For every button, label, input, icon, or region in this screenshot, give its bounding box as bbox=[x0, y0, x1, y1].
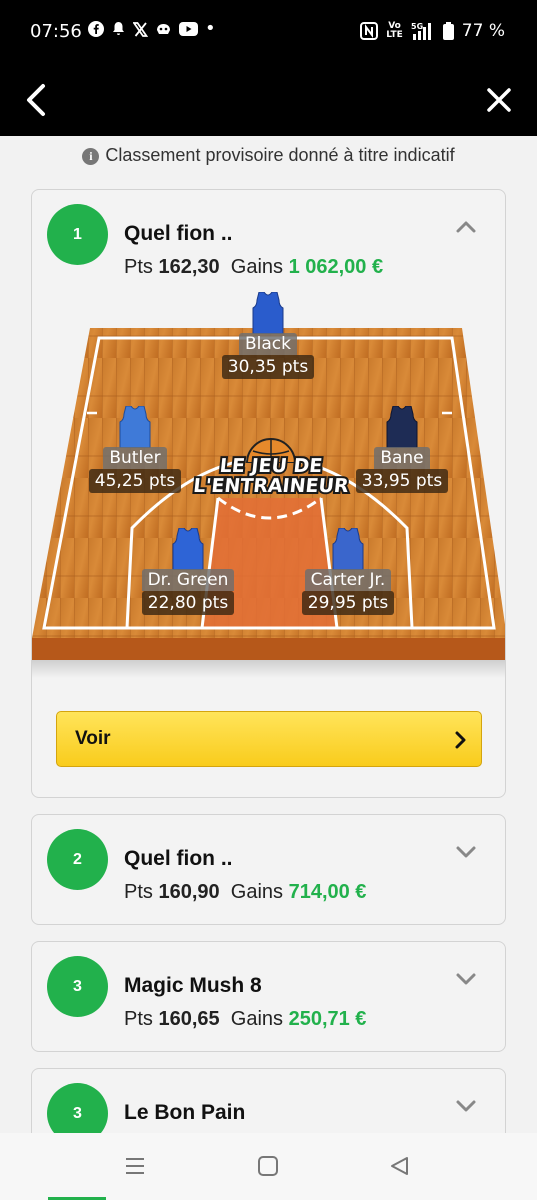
points-value: 160,65 bbox=[158, 1008, 220, 1030]
player-points: 30,35 pts bbox=[221, 355, 315, 379]
battery-level: 77 % bbox=[461, 21, 505, 41]
player-points: 29,95 pts bbox=[301, 591, 395, 615]
basketball-court: LE JEU DE L'ENTRAINEUR Black 30,35 pts B… bbox=[32, 292, 505, 678]
signal-icon: 5G bbox=[411, 22, 431, 40]
player-points: 22,80 pts bbox=[141, 591, 235, 615]
team-name: Quel fion .. bbox=[124, 847, 233, 870]
info-icon: i bbox=[82, 148, 100, 165]
rank-badge: 2 bbox=[47, 829, 108, 890]
player-card[interactable]: Butler 45,25 pts bbox=[75, 406, 195, 493]
chevron-right-icon bbox=[455, 731, 466, 749]
provisional-ranking-notice: i Classement provisoire donné à titre ind… bbox=[0, 145, 537, 166]
game-logo: LE JEU DE L'ENTRAINEUR bbox=[186, 433, 356, 499]
player-name: Carter Jr. bbox=[304, 569, 392, 591]
status-time: 07:56 bbox=[30, 21, 82, 42]
rank-badge: 1 bbox=[47, 204, 108, 265]
status-bar: 07:56 • Vo LTE 5G 77 % bbox=[0, 0, 537, 64]
jersey-icon bbox=[172, 528, 204, 570]
ranking-card[interactable]: 2 Quel fion .. Pts 160,90 Gains 714,00 € bbox=[31, 814, 506, 925]
svg-text:5G: 5G bbox=[411, 22, 423, 31]
jersey-icon bbox=[252, 292, 284, 334]
jersey-icon bbox=[332, 528, 364, 570]
voir-button[interactable]: Voir bbox=[56, 711, 482, 767]
score-line: Pts 160,90 Gains 714,00 € bbox=[124, 881, 367, 903]
gains-value: 714,00 € bbox=[288, 881, 367, 903]
back-arrow-icon[interactable] bbox=[18, 80, 58, 120]
chevron-down-icon[interactable] bbox=[455, 845, 477, 859]
player-card[interactable]: Bane 33,95 pts bbox=[342, 406, 462, 493]
chevron-down-icon[interactable] bbox=[455, 1099, 477, 1113]
logo-line-2: L'ENTRAINEUR bbox=[190, 473, 351, 499]
jersey-icon bbox=[119, 406, 151, 448]
notice-text: Classement provisoire donné à titre indi… bbox=[105, 145, 455, 165]
close-icon[interactable] bbox=[479, 80, 519, 120]
points-value: 160,90 bbox=[158, 881, 220, 903]
chevron-down-icon[interactable] bbox=[455, 972, 477, 986]
player-card[interactable]: Black 30,35 pts bbox=[208, 292, 328, 379]
team-name: Magic Mush 8 bbox=[124, 974, 262, 997]
player-name: Bane bbox=[374, 447, 430, 469]
system-icons: Vo LTE 5G 77 % bbox=[360, 21, 505, 41]
team-name: Quel fion .. bbox=[124, 222, 233, 245]
recents-icon[interactable] bbox=[124, 1155, 146, 1177]
ranking-card[interactable]: 3 Magic Mush 8 Pts 160,65 Gains 250,71 € bbox=[31, 941, 506, 1052]
volte-label: Vo LTE bbox=[386, 21, 403, 40]
player-name: Black bbox=[239, 333, 297, 355]
battery-icon bbox=[442, 22, 454, 40]
system-nav-bar bbox=[0, 1133, 537, 1200]
player-name: Dr. Green bbox=[141, 569, 235, 591]
game-icon bbox=[157, 24, 170, 34]
player-name: Butler bbox=[103, 447, 167, 469]
nav-back-icon[interactable] bbox=[388, 1155, 410, 1177]
player-card[interactable]: Carter Jr. 29,95 pts bbox=[288, 528, 408, 615]
jersey-icon bbox=[386, 406, 418, 448]
x-icon bbox=[133, 21, 148, 37]
chevron-up-icon[interactable] bbox=[455, 220, 477, 234]
ranking-card[interactable]: 1 Quel fion .. Pts 162,30 Gains 1 062,00… bbox=[31, 189, 506, 798]
youtube-icon bbox=[179, 22, 198, 36]
logo-line-1: LE JEU DE bbox=[217, 453, 326, 479]
bell-icon bbox=[113, 22, 124, 35]
score-line: Pts 160,65 Gains 250,71 € bbox=[124, 1008, 367, 1030]
score-line: Pts 162,30 Gains 1 062,00 € bbox=[124, 256, 384, 278]
home-icon[interactable] bbox=[257, 1155, 279, 1177]
player-points: 33,95 pts bbox=[355, 469, 449, 493]
gains-value: 250,71 € bbox=[288, 1008, 367, 1030]
points-value: 162,30 bbox=[158, 256, 220, 278]
team-name: Le Bon Pain bbox=[124, 1101, 246, 1124]
more-dot-icon: • bbox=[205, 18, 216, 39]
voir-label: Voir bbox=[75, 728, 111, 749]
rank-badge: 3 bbox=[47, 956, 108, 1017]
notification-icons: • bbox=[88, 18, 216, 39]
gains-value: 1 062,00 € bbox=[288, 256, 384, 278]
app-bar bbox=[0, 64, 537, 136]
player-points: 45,25 pts bbox=[88, 469, 182, 493]
facebook-icon bbox=[88, 21, 104, 37]
player-card[interactable]: Dr. Green 22,80 pts bbox=[128, 528, 248, 615]
nfc-icon bbox=[360, 22, 379, 40]
